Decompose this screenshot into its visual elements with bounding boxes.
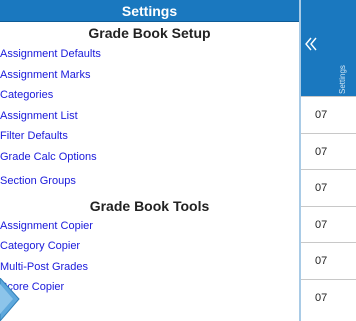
grade-calc-options-link[interactable]: Grade Calc Options: [0, 147, 299, 168]
table-row: 07: [301, 205, 356, 243]
grade-book-setup-links: Assignment Defaults Assignment Marks Cat…: [0, 44, 299, 192]
background-rows: 07 07 07 07 07 07: [301, 96, 356, 315]
background-header: Settings: [301, 0, 356, 96]
page: Settings Grade Book Setup Assignment Def…: [0, 0, 356, 321]
multi-post-grades-link[interactable]: Multi-Post Grades: [0, 257, 299, 278]
assignment-defaults-link[interactable]: Assignment Defaults: [0, 44, 299, 65]
categories-link[interactable]: Categories: [0, 85, 299, 106]
collapse-button[interactable]: [304, 36, 318, 56]
filter-defaults-link[interactable]: Filter Defaults: [0, 126, 299, 147]
grade-book-tools-heading: Grade Book Tools: [89, 197, 210, 214]
table-row: 07: [301, 169, 356, 206]
table-row: 07: [301, 278, 356, 316]
table-row: 07: [301, 96, 356, 133]
assignment-list-link[interactable]: Assignment List: [0, 106, 299, 127]
section-groups-link[interactable]: Section Groups: [0, 171, 299, 192]
double-chevron-left-icon: [305, 36, 317, 57]
settings-title: Settings: [0, 0, 299, 22]
settings-panel: Settings Grade Book Setup Assignment Def…: [0, 0, 301, 321]
score-copier-link[interactable]: Score Copier: [0, 277, 299, 298]
assignment-marks-link[interactable]: Assignment Marks: [0, 65, 299, 86]
background-header-label: Settings: [338, 65, 347, 94]
grade-book-tools-links: Assignment Copier Category Copier Multi-…: [0, 216, 299, 298]
background-page: Settings 07 07 07 07 07 07: [301, 0, 356, 321]
grade-book-setup-heading: Grade Book Setup: [88, 25, 211, 41]
table-row: 07: [301, 242, 356, 279]
category-copier-link[interactable]: Category Copier: [0, 236, 299, 257]
table-row: 07: [301, 132, 356, 170]
assignment-copier-link[interactable]: Assignment Copier: [0, 216, 299, 237]
